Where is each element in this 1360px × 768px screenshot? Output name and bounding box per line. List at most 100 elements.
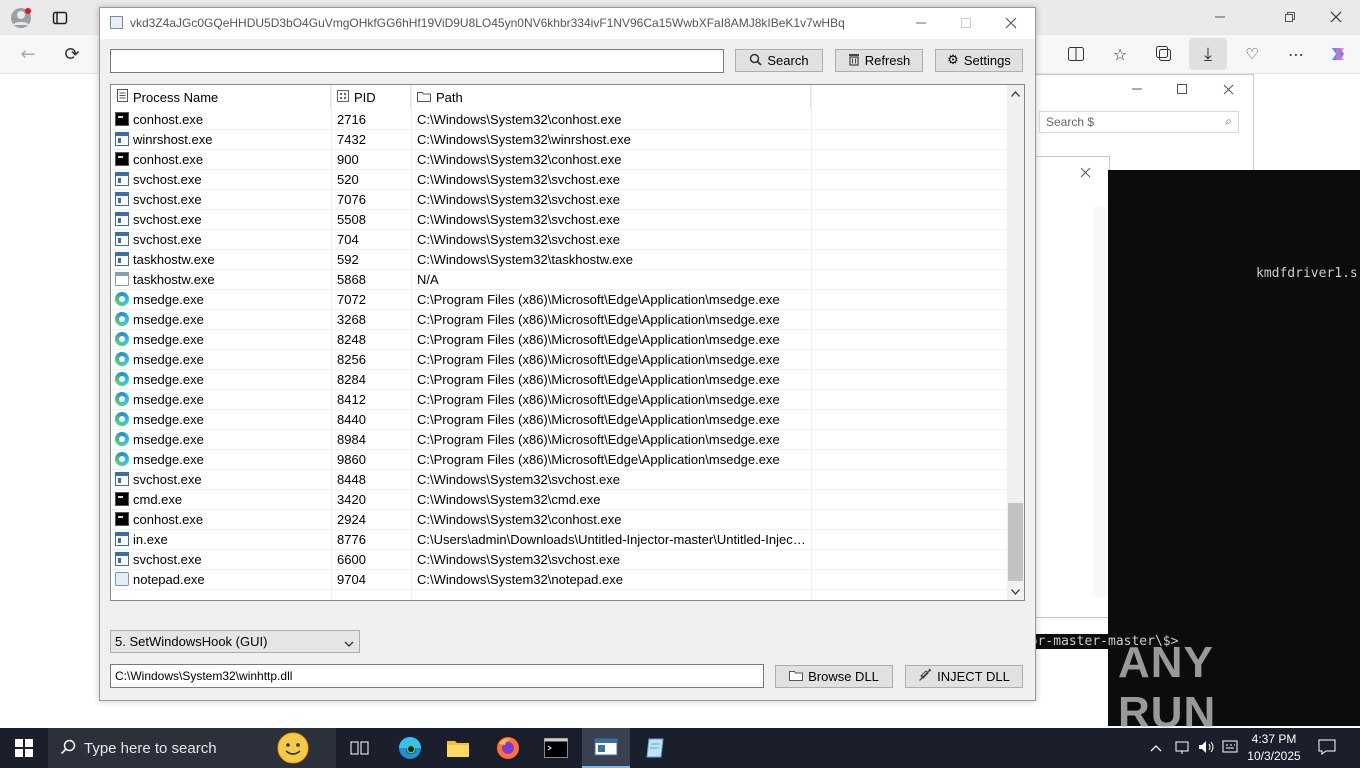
minimize-icon[interactable] (906, 12, 936, 34)
taskbar-search-box[interactable]: Type here to search (48, 728, 336, 768)
file-explorer-taskbar-icon[interactable] (434, 728, 482, 768)
table-row[interactable]: msedge.exe 8248 C:\Program Files (x86)\Mic… (111, 329, 1007, 350)
table-row[interactable]: taskhostw.exe 592 C:\Windows\System32\task… (111, 249, 1007, 270)
edge-taskbar-icon[interactable] (386, 728, 434, 768)
cell-path: C:\Windows\System32\svchost.exe (417, 551, 621, 567)
downloads-icon[interactable]: ⤓ (1189, 38, 1227, 70)
input-method-icon[interactable] (1222, 739, 1240, 758)
clock[interactable]: 4:37 PM 10/3/2025 (1246, 731, 1302, 765)
vertical-scrollbar[interactable] (1007, 85, 1024, 600)
table-row[interactable]: notepad.exe 9704 C:\Windows\System32\notep… (111, 569, 1007, 590)
notepad-taskbar-icon[interactable] (632, 728, 680, 768)
firefox-taskbar-icon[interactable] (484, 728, 532, 768)
table-row[interactable]: winrshost.exe 7432 C:\Windows\System32\win… (111, 129, 1007, 150)
collections-icon[interactable] (1150, 41, 1178, 67)
browser-minimize-icon[interactable] (1200, 5, 1240, 29)
browser-restore-icon[interactable] (1270, 5, 1310, 29)
tab-actions-icon[interactable] (48, 6, 72, 30)
browse-dll-button[interactable]: Browse DLL (775, 665, 893, 688)
notifications-icon[interactable] (1318, 739, 1336, 758)
browser-essentials-icon[interactable]: ♡ (1238, 41, 1266, 67)
chevron-down-icon (344, 636, 354, 651)
process-name: msedge.exe (133, 411, 204, 427)
cell-process-name: msedge.exe (115, 289, 329, 309)
show-hidden-icons-icon[interactable] (1150, 740, 1162, 755)
maximize-icon (951, 12, 981, 34)
column-header-pid[interactable]: PID (331, 85, 411, 109)
folder-icon (417, 90, 431, 105)
table-row[interactable]: conhost.exe 2716 C:\Windows\System32\conho… (111, 109, 1007, 130)
split-screen-icon[interactable] (1062, 41, 1090, 67)
column-header-process-name[interactable]: Process Name (111, 85, 331, 109)
network-icon[interactable] (1174, 739, 1190, 758)
table-row[interactable]: conhost.exe 900 C:\Windows\System32\conhos… (111, 149, 1007, 170)
task-view-icon[interactable] (336, 728, 384, 768)
cell-path: C:\Windows\System32\svchost.exe (417, 191, 621, 207)
folder-icon (789, 669, 804, 684)
table-row[interactable]: conhost.exe 2924 C:\Windows\System32\conho… (111, 509, 1007, 530)
syringe-icon (918, 668, 932, 685)
back-icon[interactable]: ← (14, 41, 42, 67)
browser-close-icon[interactable] (1316, 5, 1356, 29)
window-process-icon (115, 172, 129, 186)
more-menu-icon[interactable]: ⋯ (1282, 41, 1310, 67)
explorer-close-icon[interactable] (1218, 79, 1238, 99)
explorer2-scrollbar[interactable] (1093, 207, 1107, 597)
profile-avatar-icon[interactable] (8, 5, 34, 31)
explorer-minimize-icon[interactable] (1127, 79, 1147, 99)
favorites-icon[interactable]: ☆ (1106, 41, 1134, 67)
settings-button[interactable]: ⚙ Settings (935, 49, 1023, 72)
search-button[interactable]: Search (735, 49, 823, 72)
cell-pid: 2716 (337, 111, 366, 127)
scroll-up-arrow-icon[interactable] (1007, 85, 1024, 102)
table-row[interactable]: msedge.exe 8284 C:\Program Files (x86)\Mic… (111, 369, 1007, 390)
table-row[interactable]: msedge.exe 8256 C:\Program Files (x86)\Mic… (111, 349, 1007, 370)
search-input[interactable] (110, 49, 724, 73)
volume-icon[interactable] (1198, 739, 1216, 758)
close-icon[interactable] (996, 12, 1026, 34)
table-row[interactable]: msedge.exe 8412 C:\Program Files (x86)\Mic… (111, 389, 1007, 410)
column-header-path[interactable]: Path (411, 85, 811, 109)
table-row[interactable]: msedge.exe 7072 C:\Program Files (x86)\Mic… (111, 289, 1007, 310)
table-row[interactable]: svchost.exe 8448 C:\Windows\System32\svcho… (111, 469, 1007, 490)
cell-path: C:\Windows\System32\conhost.exe (417, 511, 622, 527)
table-row[interactable]: msedge.exe 3268 C:\Program Files (x86)\Mic… (111, 309, 1007, 330)
copilot-icon[interactable] (1324, 41, 1352, 67)
explorer-maximize-icon[interactable] (1172, 79, 1192, 99)
table-row[interactable]: cmd.exe 3420 C:\Windows\System32\cmd.exe (111, 489, 1007, 510)
edge-process-icon (115, 412, 129, 426)
table-row[interactable]: svchost.exe 5508 C:\Windows\System32\svcho… (111, 209, 1007, 230)
start-button[interactable] (0, 728, 48, 768)
table-row[interactable]: taskhostw.exe 5868 N/A (111, 269, 1007, 290)
explorer2-close-icon[interactable] (1075, 162, 1095, 182)
table-row[interactable]: svchost.exe 7076 C:\Windows\System32\svcho… (111, 189, 1007, 210)
injector-taskbar-icon[interactable] (582, 728, 630, 768)
table-row[interactable]: svchost.exe 704 C:\Windows\System32\svchos… (111, 229, 1007, 250)
scroll-thumb[interactable] (1008, 503, 1023, 581)
reload-icon[interactable]: ⟳ (58, 41, 86, 67)
table-row[interactable]: msedge.exe 9860 C:\Program Files (x86)\Mic… (111, 449, 1007, 470)
table-row[interactable]: msedge.exe 8440 C:\Program Files (x86)\Mic… (111, 409, 1007, 430)
terminal-taskbar-icon[interactable] (532, 728, 580, 768)
cell-process-name: in.exe (115, 529, 329, 549)
table-row[interactable]: svchost.exe 520 C:\Windows\System32\svchos… (111, 169, 1007, 190)
table-row[interactable]: svchost.exe 6600 C:\Windows\System32\svcho… (111, 549, 1007, 570)
window-process-icon (115, 192, 129, 206)
process-list[interactable]: Process Name PID Path conhost.exe 2716 C:\… (110, 84, 1025, 601)
window-title: vkd3Z4aJGc0GQeHHDU5D3bO4GuVmgOHkfGG6hHf1… (130, 16, 845, 30)
table-row[interactable]: in.exe 8776 C:\Users\admin\Downloads\Untit… (111, 529, 1007, 550)
cell-process-name: msedge.exe (115, 329, 329, 349)
process-name: msedge.exe (133, 451, 204, 467)
cell-pid: 520 (337, 171, 359, 187)
table-row[interactable]: msedge.exe 8984 C:\Program Files (x86)\Mic… (111, 429, 1007, 450)
dll-path-input[interactable] (110, 664, 764, 688)
cell-path: C:\Program Files (x86)\Microsoft\Edge\Ap… (417, 411, 780, 427)
refresh-button[interactable]: Refresh (835, 49, 923, 72)
injector-window: vkd3Z4aJGc0GQeHHDU5D3bO4GuVmgOHkfGG6hHf1… (99, 7, 1036, 701)
explorer-search-box[interactable]: Search $ ⌕ (1039, 111, 1239, 133)
scroll-down-arrow-icon[interactable] (1007, 583, 1024, 600)
edge-process-icon (115, 432, 129, 446)
process-name: svchost.exe (133, 171, 202, 187)
injection-method-select[interactable]: 5. SetWindowsHook (GUI) (110, 630, 360, 653)
inject-dll-button[interactable]: INJECT DLL (905, 665, 1023, 688)
